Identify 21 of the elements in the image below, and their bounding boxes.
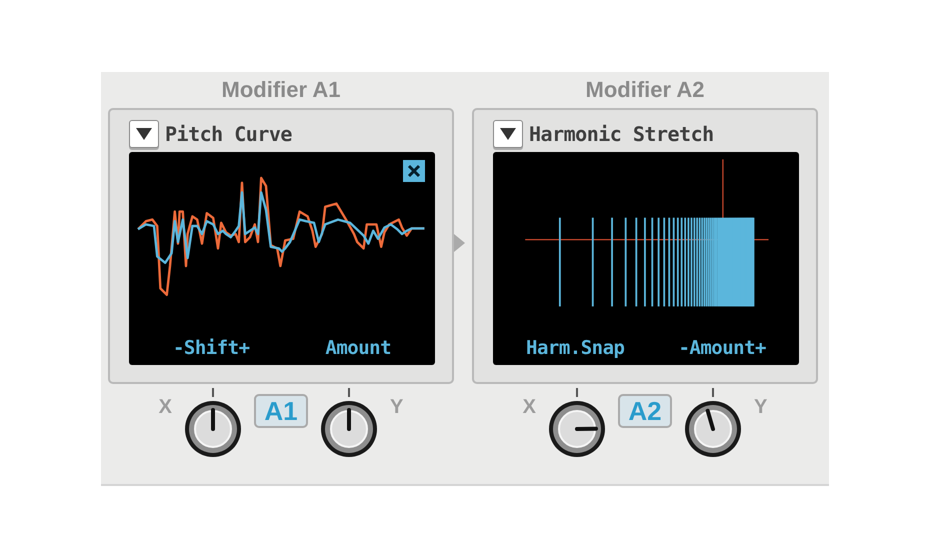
mode-name: Pitch Curve: [165, 122, 292, 146]
display-label: Harm.Snap: [526, 337, 624, 359]
dropdown-button[interactable]: [493, 120, 523, 148]
modifier-tag: A1: [254, 394, 308, 428]
dropdown-button[interactable]: [129, 120, 159, 148]
axis-label: Y: [754, 396, 768, 419]
triangle-down-icon: [499, 127, 517, 141]
display-label: -Amount+: [678, 337, 766, 359]
mode-name: Harmonic Stretch: [529, 122, 714, 146]
axis-label: Y: [390, 396, 404, 419]
modifier-tag: A2: [618, 394, 672, 428]
close-button[interactable]: [403, 160, 425, 182]
axis-label: X: [158, 396, 172, 419]
display-label: Amount: [325, 337, 392, 359]
triangle-right-icon: [452, 232, 466, 254]
module-title: Modifier A1: [222, 76, 340, 104]
display-label: -Shift+: [172, 337, 250, 359]
close-icon: [407, 164, 421, 178]
module-title: Modifier A2: [586, 76, 704, 104]
triangle-down-icon: [135, 127, 153, 141]
axis-label: X: [522, 396, 536, 419]
